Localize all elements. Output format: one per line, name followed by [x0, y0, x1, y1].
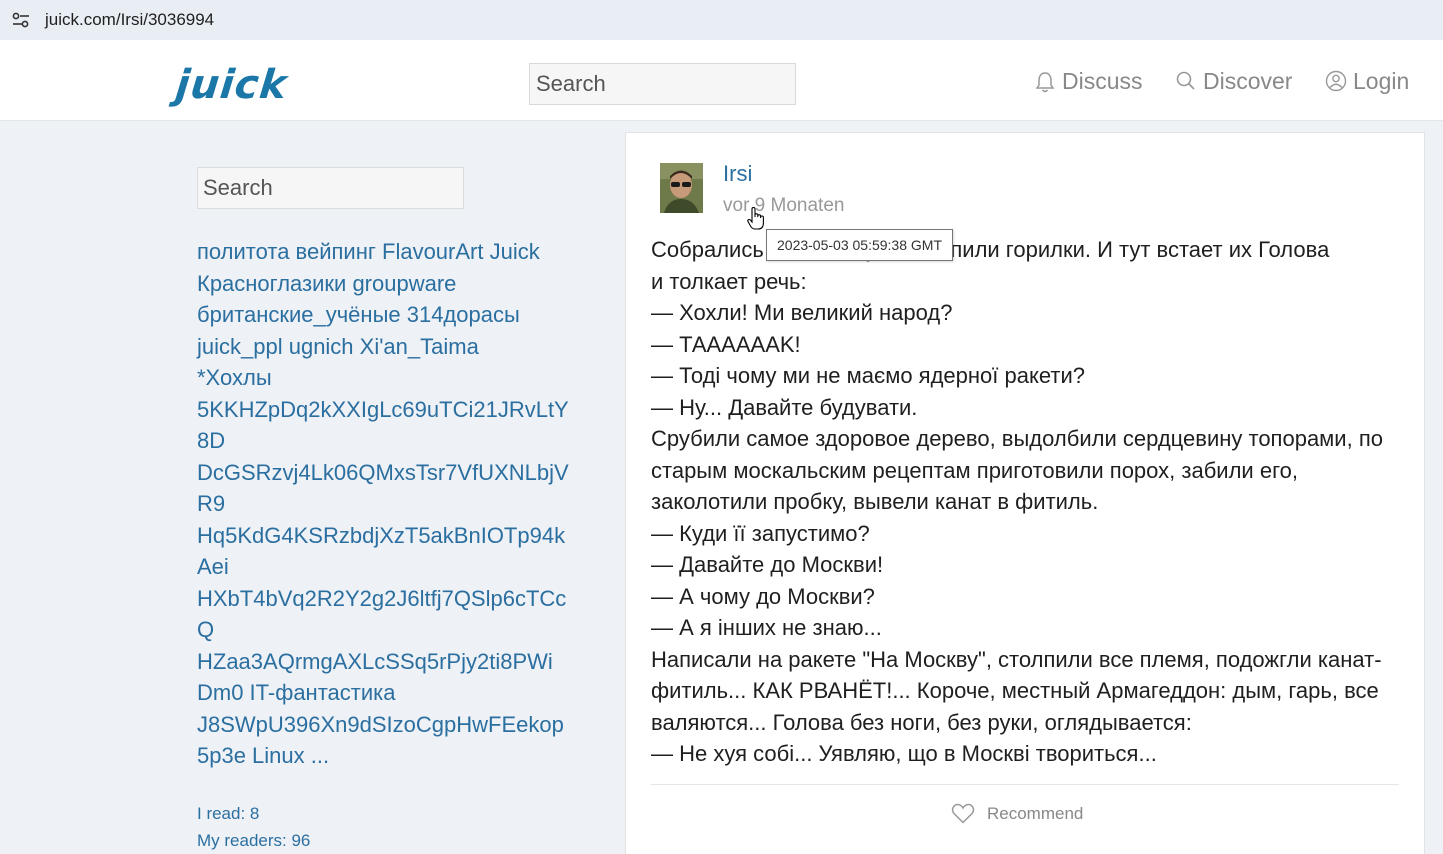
search-icon	[1176, 71, 1195, 90]
tag-line[interactable]: Красноглазики groupware	[197, 268, 562, 300]
tag-line[interactable]: 5p3e Linux ...	[197, 740, 562, 772]
post-text-line: Собрались хохлы в кучке, выпили горилки.…	[651, 237, 1330, 262]
post-text-line: Написали на ракете "На Москву", столпили…	[651, 646, 1382, 672]
toolbar-divider	[0, 40, 1443, 48]
reader-stats: I read: 8 My readers: 96	[197, 800, 310, 854]
avatar[interactable]	[660, 163, 703, 213]
hand-cursor-icon	[747, 207, 764, 230]
sidebar-search-input[interactable]	[197, 167, 464, 209]
bell-icon	[1035, 71, 1055, 92]
post-text-line: — А я інших не знаю...	[651, 615, 882, 640]
tag-line[interactable]: Hq5KdG4KSRzbdjXzT5akBnIOTp94k	[197, 520, 565, 552]
post-text-line: — ТАААААAK!	[651, 331, 801, 357]
post-timestamp-link[interactable]: vor 9 Monaten	[723, 195, 844, 217]
tag-cloud: политота вейпинг FlavourArt Juick Красно…	[197, 236, 569, 772]
tag-line[interactable]: Q	[197, 614, 562, 646]
site-info-icon[interactable]	[9, 8, 33, 32]
nav-login-label: Login	[1353, 68, 1410, 94]
post-text-line: — Не хуя собі... Уявляю, що в Москві тво…	[651, 741, 1157, 766]
site-header: juick Discuss Discover Login	[0, 48, 1443, 121]
tag-line[interactable]: DcGSRzvj4Lk06QMxsTsr7VfUXNLbjV	[197, 457, 569, 489]
tag-line[interactable]: британские_учёные 314дорасы	[197, 299, 562, 331]
recommend-button[interactable]: Recommend	[951, 803, 1083, 824]
post-body: Собрались хохлы в кучке, выпили горилки.…	[651, 234, 1411, 770]
post-text-line: — Куди її запустимо?	[651, 520, 870, 546]
post-text-line: — Ну... Давайте будувати.	[651, 394, 918, 420]
tag-line[interactable]: 8D	[197, 425, 562, 457]
tag-line[interactable]: политота вейпинг FlavourArt Juick	[197, 236, 562, 268]
post-card: Irsi vor 9 Monaten Собрались хохлы в куч…	[625, 132, 1425, 854]
post-text-line: — А чому до Москви?	[651, 583, 875, 609]
post-text-line: — Хохли! Ми великий народ?	[651, 300, 953, 325]
post-author-link[interactable]: Irsi	[723, 161, 752, 187]
nav-discover[interactable]: Discover	[1175, 68, 1292, 95]
post-text-line: — Давайте до Москви!	[651, 552, 884, 577]
juick-logo[interactable]: juick	[174, 62, 290, 108]
header-search-input[interactable]	[529, 63, 796, 105]
post-text-line: валяются... Голова без ноги, без руки, о…	[651, 709, 1192, 735]
user-circle-icon	[1325, 70, 1347, 91]
tag-line[interactable]: Aei	[197, 551, 562, 583]
post-divider	[651, 784, 1399, 785]
tag-line[interactable]: juick_ppl ugnich Xi'an_Taima	[197, 331, 562, 363]
post-text-line: и толкает речь:	[651, 268, 807, 294]
post-text-line: Срубили самое здоровое дерево, выдолбили…	[651, 426, 1383, 451]
post-text-line: — Тоді чому ми не маємо ядерної ракети?	[651, 363, 1085, 388]
heart-icon	[951, 803, 975, 824]
tag-line[interactable]: HZaa3AQrmgAXLcSSq5rPjy2ti8PWi	[197, 646, 562, 678]
tag-line[interactable]: R9	[197, 488, 562, 520]
tag-line[interactable]: 5KKHZpDq2kXXIgLc69uTCi21JRvLtY	[197, 394, 569, 426]
nav-login[interactable]: Login	[1325, 68, 1409, 95]
tag-line[interactable]: HXbT4bVq2R2Y2g2J6ltfj7QSlp6cTCc	[197, 583, 566, 615]
post-text-line: заколотили пробку, вывели канат в фитиль…	[651, 489, 1099, 514]
url-field[interactable]: juick.com/Irsi/3036994	[45, 10, 214, 30]
nav-discover-label: Discover	[1203, 68, 1293, 94]
my-readers-link[interactable]: My readers: 96	[197, 827, 310, 854]
nav-discuss-label: Discuss	[1062, 68, 1143, 94]
recommend-label: Recommend	[987, 803, 1084, 823]
post-text-line: старым москальским рецептам приготовили …	[651, 457, 1298, 483]
nav-discuss[interactable]: Discuss	[1034, 68, 1143, 95]
timestamp-tooltip: 2023-05-03 05:59:38 GMT	[766, 229, 953, 261]
tag-line[interactable]: *Хохлы	[197, 362, 562, 394]
tag-line[interactable]: Dm0 IT-фантастика	[197, 677, 562, 709]
post-text-line: фитиль... КАК РВАНЁТ!... Короче, местный…	[651, 678, 1379, 703]
browser-address-bar: juick.com/Irsi/3036994	[0, 0, 1443, 40]
tag-line[interactable]: J8SWpU396Xn9dSIzoCgpHwFEekop	[197, 709, 564, 741]
i-read-link[interactable]: I read: 8	[197, 800, 310, 827]
